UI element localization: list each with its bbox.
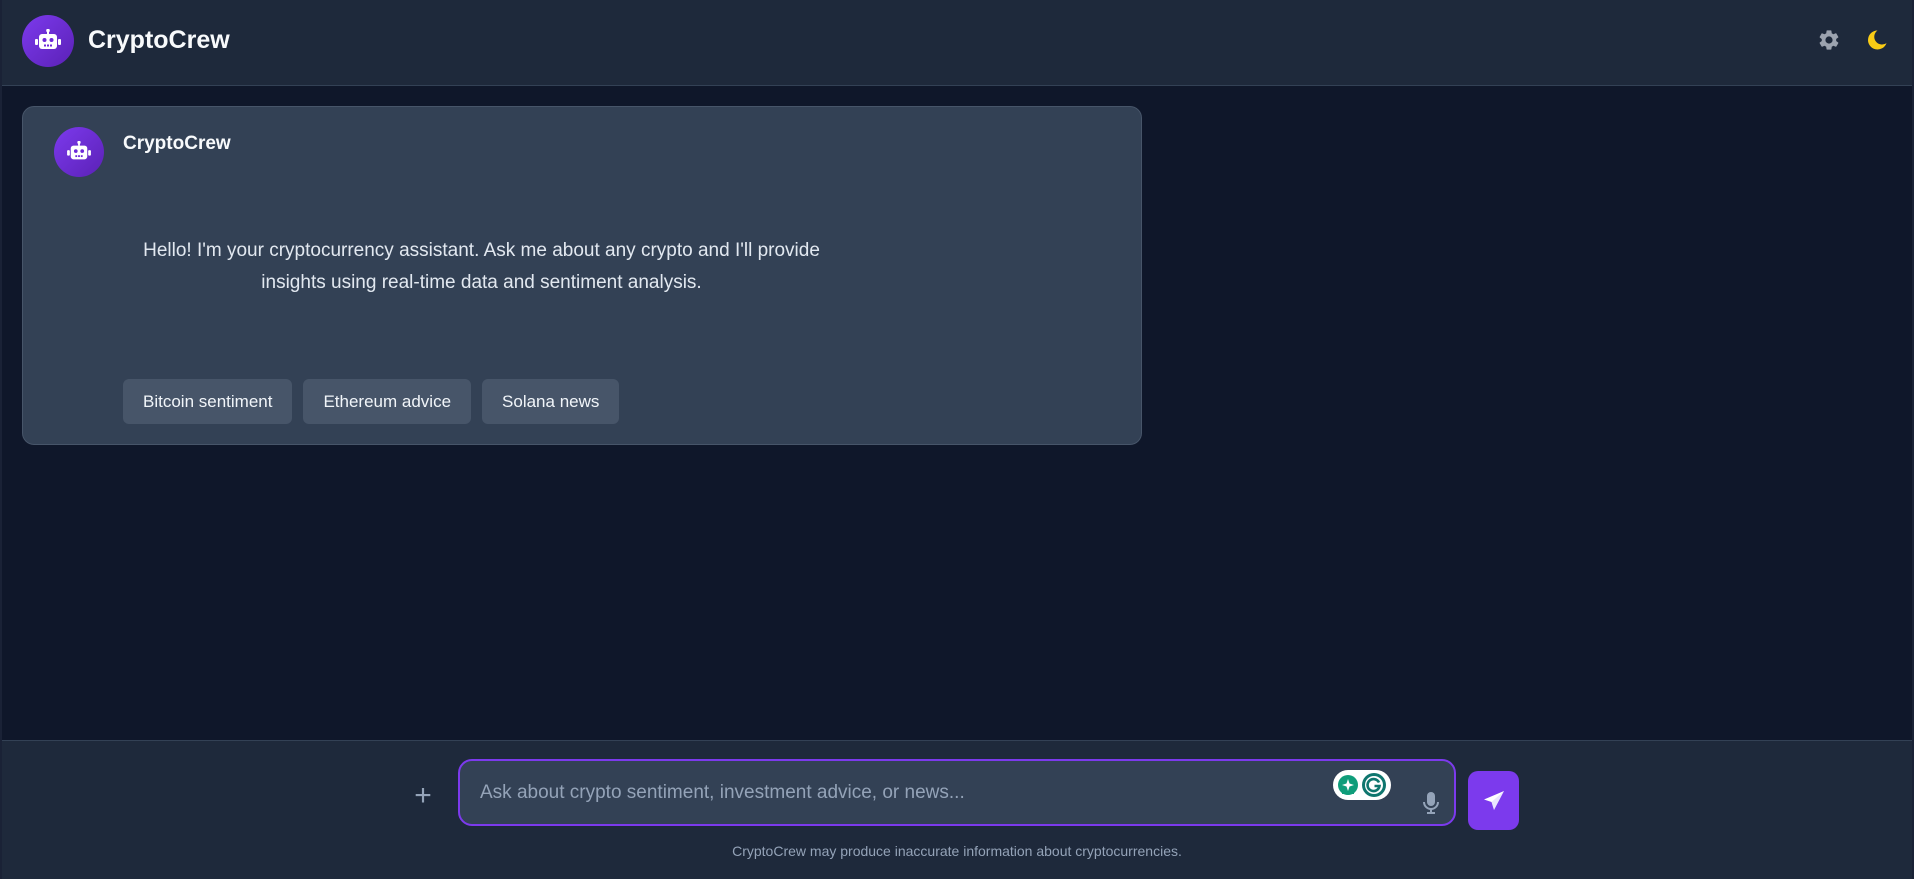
grammarly-icon [1338,773,1386,797]
robot-icon [35,29,61,49]
disclaimer-text: CryptoCrew may produce inaccurate inform… [732,843,1182,859]
message-sender-name: CryptoCrew [123,133,231,154]
suggestion-chips: Bitcoin sentiment Ethereum advice Solana… [123,379,620,424]
assistant-message-card: CryptoCrew Hello! I'm your cryptocurrenc… [22,106,1142,445]
send-button[interactable] [1468,771,1519,830]
chat-input-wrapper [458,759,1456,826]
theme-toggle-button[interactable] [1865,28,1889,52]
app-title: CryptoCrew [88,26,230,54]
microphone-icon [1423,792,1439,814]
app-header: CryptoCrew [2,0,1912,86]
suggestion-solana-news[interactable]: Solana news [482,379,620,424]
settings-button[interactable] [1817,28,1841,52]
suggestion-ethereum-advice[interactable]: Ethereum advice [303,379,472,424]
moon-icon [1868,30,1887,50]
grammarly-widget[interactable] [1333,770,1391,800]
paper-plane-icon [1483,790,1504,810]
message-text: Hello! I'm your cryptocurrency assistant… [143,240,820,293]
robot-icon [67,141,91,160]
gear-icon [1819,30,1839,50]
microphone-button[interactable] [1422,791,1440,815]
attach-button[interactable]: + [408,781,438,811]
composer-bar: + CryptoCrew may pr [2,740,1912,879]
assistant-avatar [54,127,104,177]
suggestion-bitcoin-sentiment[interactable]: Bitcoin sentiment [123,379,293,424]
chat-input[interactable] [480,761,1300,824]
app-logo [22,15,74,67]
